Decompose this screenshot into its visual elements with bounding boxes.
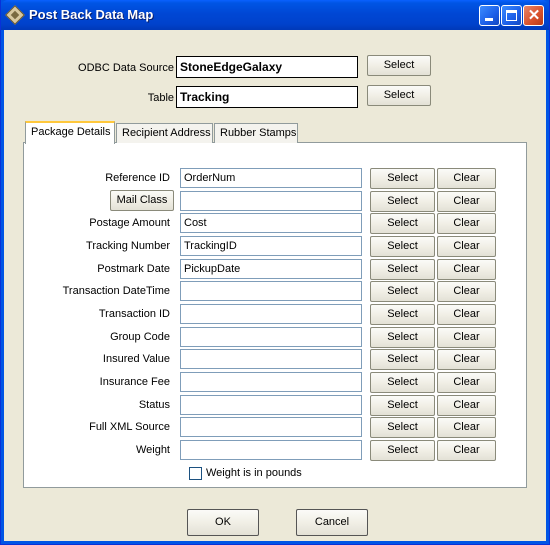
mail-class-clear-button[interactable]: Clear bbox=[437, 191, 496, 212]
tab-recipient-address[interactable]: Recipient Address bbox=[116, 123, 213, 143]
insured-value-label: Insured Value bbox=[102, 353, 170, 365]
insured-value-clear-button[interactable]: Clear bbox=[437, 349, 496, 370]
minimize-icon bbox=[485, 18, 493, 21]
insurance-fee-clear-button[interactable]: Clear bbox=[437, 372, 496, 393]
insured-value-field[interactable] bbox=[180, 349, 362, 369]
insurance-fee-field[interactable] bbox=[180, 372, 362, 392]
status-field[interactable] bbox=[180, 395, 362, 415]
full-xml-source-clear-button[interactable]: Clear bbox=[437, 417, 496, 438]
tracking-number-clear-button[interactable]: Clear bbox=[437, 236, 496, 257]
group-code-select-button[interactable]: Select bbox=[370, 327, 435, 348]
odbc-select-button[interactable]: Select bbox=[367, 55, 431, 76]
postage-amount-clear-button[interactable]: Clear bbox=[437, 213, 496, 234]
reference-id-clear-button[interactable]: Clear bbox=[437, 168, 496, 189]
tracking-number-select-button[interactable]: Select bbox=[370, 236, 435, 257]
weight-in-pounds-checkbox[interactable] bbox=[189, 467, 202, 480]
group-code-label: Group Code bbox=[110, 331, 170, 343]
postmark-date-field[interactable]: PickupDate bbox=[180, 259, 362, 279]
table-select-button[interactable]: Select bbox=[367, 85, 431, 106]
weight-in-pounds-label: Weight is in pounds bbox=[206, 467, 302, 479]
maximize-icon bbox=[506, 10, 517, 21]
cancel-button[interactable]: Cancel bbox=[296, 509, 368, 536]
transaction-id-select-button[interactable]: Select bbox=[370, 304, 435, 325]
ok-button[interactable]: OK bbox=[187, 509, 259, 536]
status-clear-button[interactable]: Clear bbox=[437, 395, 496, 416]
status-label: Status bbox=[138, 399, 170, 411]
postmark-date-label: Postmark Date bbox=[97, 263, 170, 275]
mail-class-select-button[interactable]: Select bbox=[370, 191, 435, 212]
post-back-data-map-window: Post Back Data Map ✕ ODBC Data Source St… bbox=[0, 0, 550, 545]
weight-clear-button[interactable]: Clear bbox=[437, 440, 496, 461]
transaction-id-clear-button[interactable]: Clear bbox=[437, 304, 496, 325]
tracking-number-field[interactable]: TrackingID bbox=[180, 236, 362, 256]
group-code-clear-button[interactable]: Clear bbox=[437, 327, 496, 348]
app-diamond-icon bbox=[5, 5, 25, 25]
insurance-fee-select-button[interactable]: Select bbox=[370, 372, 435, 393]
full-xml-source-label: Full XML Source bbox=[89, 421, 170, 433]
insured-value-select-button[interactable]: Select bbox=[370, 349, 435, 370]
reference-id-select-button[interactable]: Select bbox=[370, 168, 435, 189]
weight-field[interactable] bbox=[180, 440, 362, 460]
status-select-button[interactable]: Select bbox=[370, 395, 435, 416]
weight-select-button[interactable]: Select bbox=[370, 440, 435, 461]
odbc-data-source-label: ODBC Data Source bbox=[78, 62, 174, 74]
group-code-field[interactable] bbox=[180, 327, 362, 347]
table-label: Table bbox=[147, 92, 174, 104]
odbc-data-source-field[interactable]: StoneEdgeGalaxy bbox=[176, 56, 358, 78]
transaction-id-label: Transaction ID bbox=[98, 308, 170, 320]
reference-id-label: Reference ID bbox=[105, 172, 170, 184]
close-icon: ✕ bbox=[527, 7, 541, 24]
transaction-id-field[interactable] bbox=[180, 304, 362, 324]
postmark-date-select-button[interactable]: Select bbox=[370, 259, 435, 280]
full-xml-source-field[interactable] bbox=[180, 417, 362, 437]
postage-amount-label: Postage Amount bbox=[89, 217, 170, 229]
mail-class-field[interactable] bbox=[180, 191, 362, 211]
postage-amount-field[interactable]: Cost bbox=[180, 213, 362, 233]
maximize-button[interactable] bbox=[501, 5, 522, 26]
insurance-fee-label: Insurance Fee bbox=[99, 376, 170, 388]
transaction-datetime-select-button[interactable]: Select bbox=[370, 281, 435, 302]
transaction-datetime-clear-button[interactable]: Clear bbox=[437, 281, 496, 302]
postage-amount-select-button[interactable]: Select bbox=[370, 213, 435, 234]
title-bar[interactable]: Post Back Data Map ✕ bbox=[1, 0, 549, 30]
close-button[interactable]: ✕ bbox=[523, 5, 544, 26]
tab-rubber-stamps[interactable]: Rubber Stamps bbox=[214, 123, 298, 143]
tab-package-details[interactable]: Package Details bbox=[25, 121, 115, 144]
transaction-datetime-label: Transaction DateTime bbox=[62, 285, 170, 297]
minimize-button[interactable] bbox=[479, 5, 500, 26]
weight-label: Weight bbox=[135, 444, 170, 456]
postmark-date-clear-button[interactable]: Clear bbox=[437, 259, 496, 280]
transaction-datetime-field[interactable] bbox=[180, 281, 362, 301]
tracking-number-label: Tracking Number bbox=[86, 240, 170, 252]
window-title: Post Back Data Map bbox=[29, 7, 154, 22]
full-xml-source-select-button[interactable]: Select bbox=[370, 417, 435, 438]
reference-id-field[interactable]: OrderNum bbox=[180, 168, 362, 188]
mail-class-button[interactable]: Mail Class bbox=[110, 190, 174, 211]
table-field[interactable]: Tracking bbox=[176, 86, 358, 108]
